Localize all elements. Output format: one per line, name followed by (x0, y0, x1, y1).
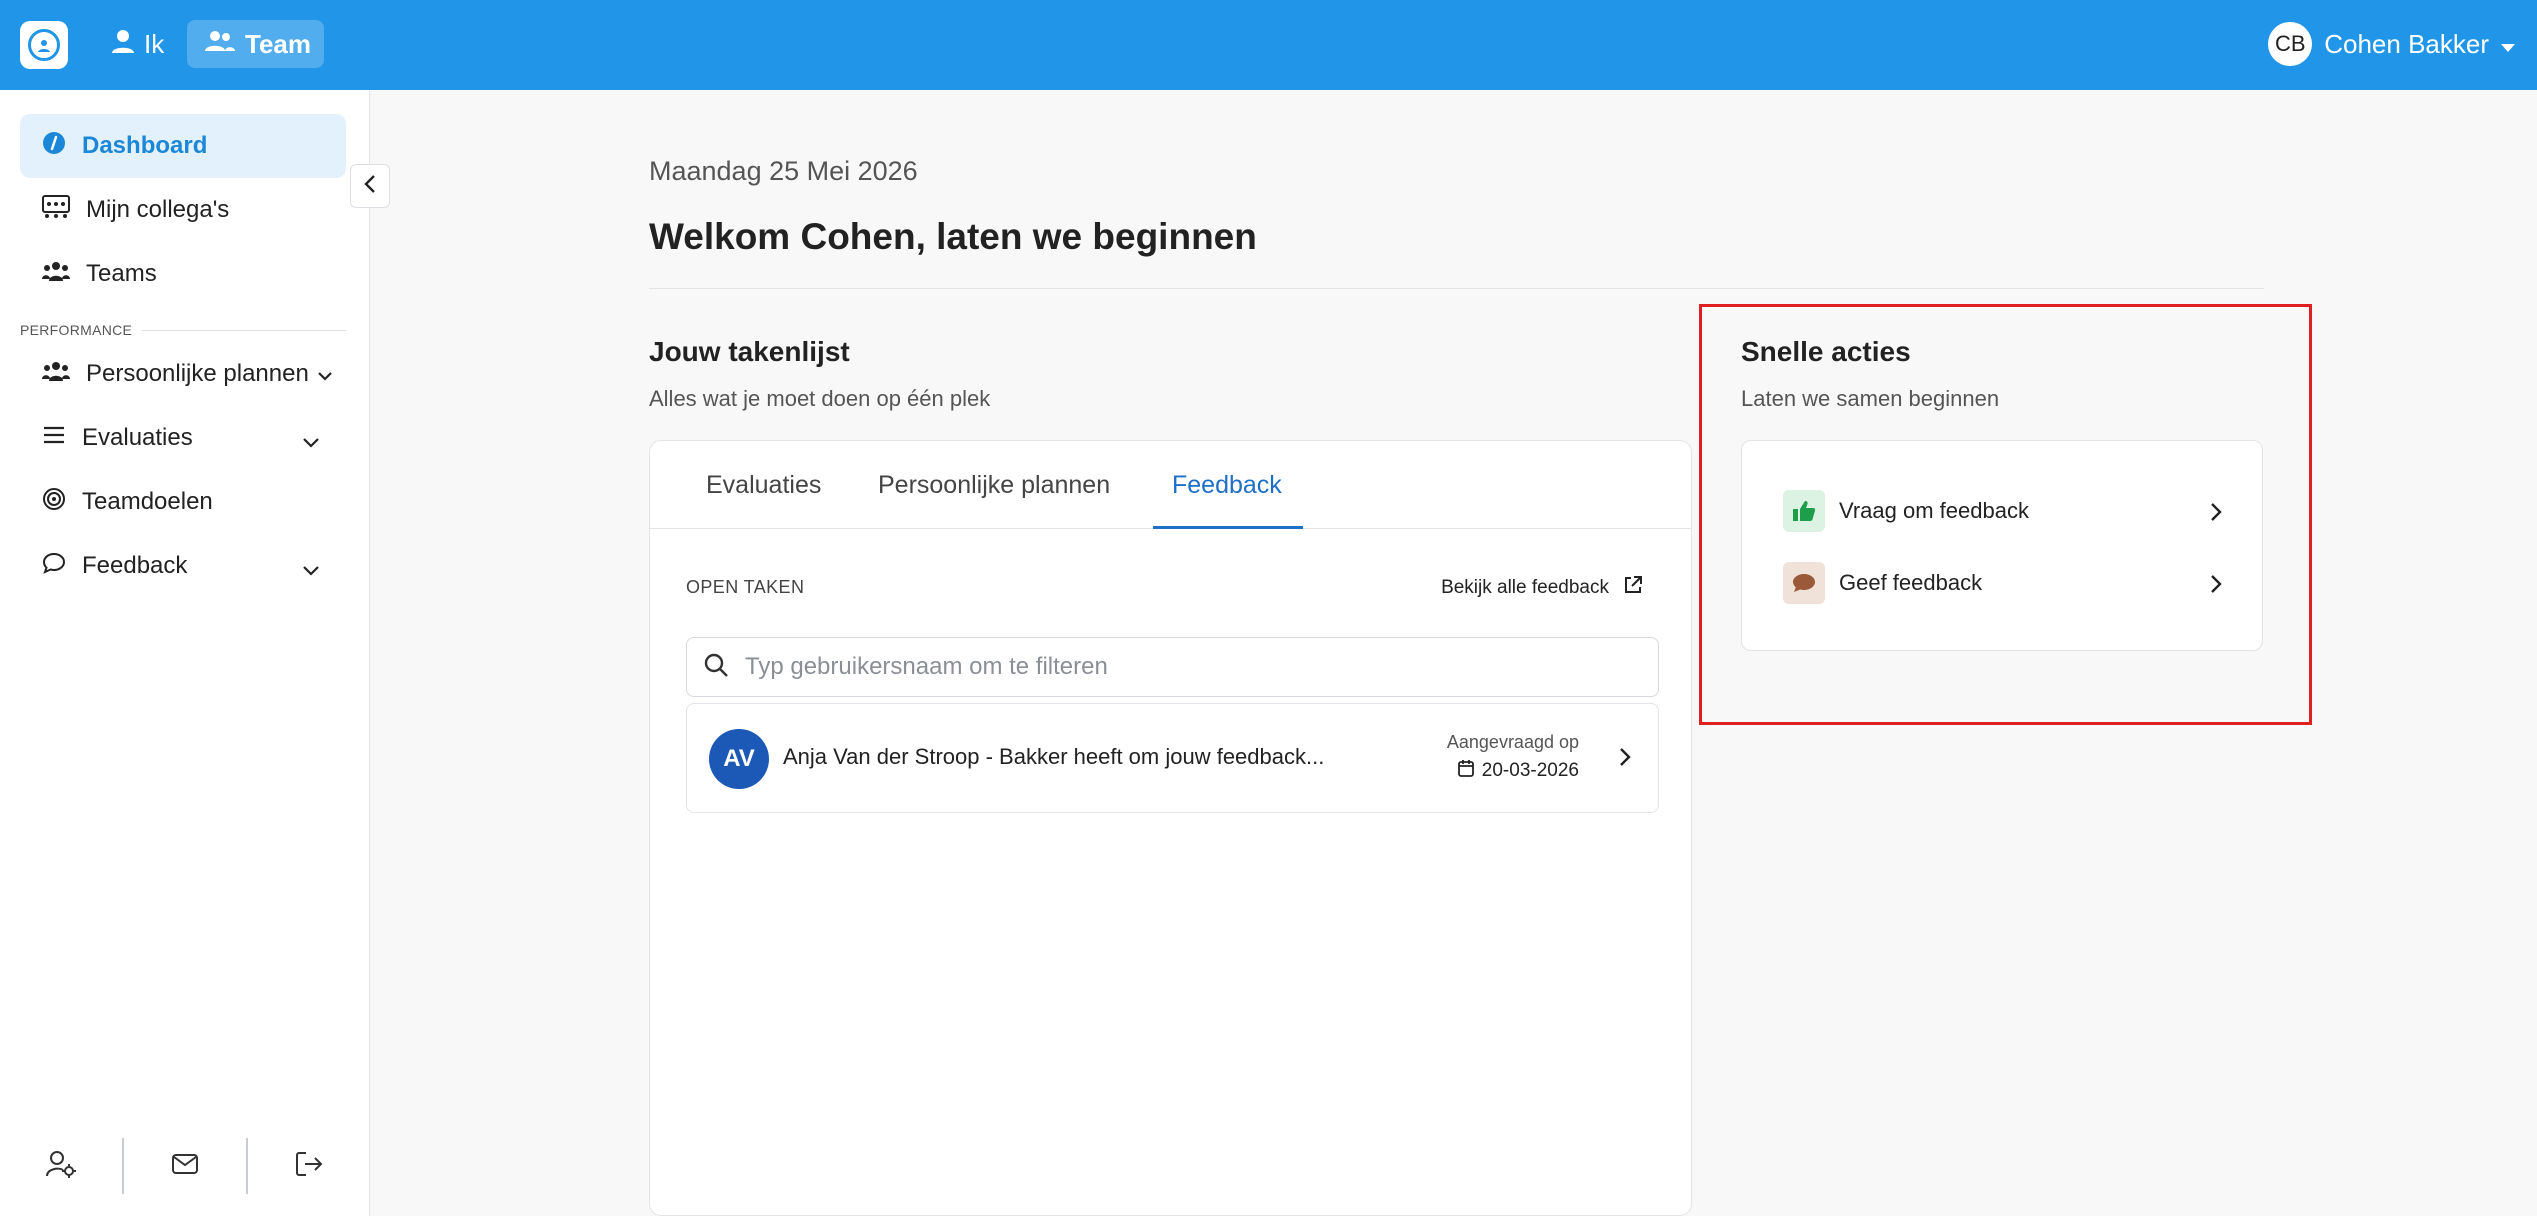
sidebar-footer (0, 1116, 370, 1216)
tasklist-card: Evaluaties Persoonlijke plannen Feedback… (649, 440, 1692, 1216)
user-name: Cohen Bakker (2324, 28, 2489, 59)
active-tab-indicator (1153, 526, 1303, 529)
colleagues-icon (42, 194, 70, 226)
tab-feedback[interactable]: Feedback (1172, 471, 1282, 500)
sidebar-item-label: Persoonlijke plannen (86, 360, 309, 387)
chevron-left-icon (364, 174, 376, 199)
sidebar-item-label: Dashboard (82, 132, 208, 159)
chevron-right-icon (2209, 501, 2223, 529)
page-title: Welkom Cohen, laten we beginnen (649, 216, 1257, 257)
teams-icon (42, 259, 70, 290)
calendar-icon (1457, 759, 1474, 783)
top-bar: Ik Team CB Cohen Bakker (0, 0, 2537, 90)
user-filter-search (686, 637, 1659, 697)
tab-bar: Evaluaties Persoonlijke plannen Feedback (650, 441, 1691, 529)
sidebar-item-feedback[interactable]: Feedback (20, 534, 346, 598)
tab-persoonlijke-plannen[interactable]: Persoonlijke plannen (878, 471, 1110, 500)
task-row[interactable]: AV Anja Van der Stroop - Bakker heeft om… (686, 703, 1659, 813)
nav-ik-label: Ik (144, 28, 165, 59)
give-feedback-action[interactable]: Geef feedback (1783, 561, 2223, 605)
task-meta: Aangevraagd op 20-03-2026 (1439, 732, 1579, 783)
requested-label: Aangevraagd op (1446, 732, 1579, 752)
sidebar-item-label: Evaluaties (82, 424, 193, 451)
list-icon (42, 424, 66, 452)
chevron-down-icon (317, 360, 333, 388)
sidebar-item-label: Teamdoelen (82, 488, 213, 515)
user-icon (112, 29, 134, 60)
external-link-icon (1623, 575, 1643, 601)
chevron-down-icon (302, 556, 320, 584)
chevron-right-icon (2209, 573, 2223, 601)
sidebar-item-persoonlijke-plannen[interactable]: Persoonlijke plannen (20, 342, 346, 406)
sidebar-item-label: Teams (86, 260, 157, 287)
task-description: Anja Van der Stroop - Bakker heeft om jo… (783, 744, 1325, 769)
speech-bubble-icon (1783, 562, 1825, 604)
nav-team-label: Team (245, 28, 311, 59)
dashboard-icon (42, 131, 66, 162)
requested-date: 20-03-2026 (1439, 759, 1579, 783)
quick-actions-subtitle: Laten we samen beginnen (1741, 386, 2000, 411)
tab-evaluaties[interactable]: Evaluaties (706, 471, 821, 500)
nav-ik[interactable]: Ik (94, 20, 182, 68)
caret-down-icon (2501, 29, 2515, 60)
search-input[interactable] (745, 653, 1605, 681)
view-all-label: Bekijk alle feedback (1441, 577, 1609, 598)
mail-button[interactable] (124, 1138, 246, 1194)
search-icon (703, 652, 729, 683)
tasklist-subtitle: Alles wat je moet doen op één plek (649, 386, 991, 411)
users-icon (205, 29, 235, 60)
chevron-right-icon (1618, 746, 1632, 773)
sidebar: Dashboard Mijn collega's Teams PERFORMAN… (0, 90, 370, 1216)
divider (649, 288, 2264, 289)
view-all-feedback-link[interactable]: Bekijk alle feedback (1441, 575, 1643, 601)
sidebar-item-colleagues[interactable]: Mijn collega's (20, 178, 346, 242)
action-label: Vraag om feedback (1839, 498, 2029, 523)
divider (142, 329, 346, 331)
tasklist-title: Jouw takenlijst (649, 336, 850, 367)
sidebar-item-label: Feedback (82, 552, 188, 579)
current-date: Maandag 25 Mei 2026 (649, 156, 918, 186)
collapse-sidebar-button[interactable] (350, 164, 390, 208)
request-feedback-action[interactable]: Vraag om feedback (1783, 489, 2223, 533)
target-icon (42, 487, 66, 518)
user-menu[interactable]: CB Cohen Bakker (2268, 20, 2515, 68)
sidebar-item-evaluaties[interactable]: Evaluaties (20, 406, 346, 470)
user-settings-icon (46, 1150, 76, 1183)
logout-icon (295, 1151, 323, 1182)
logo-icon (28, 29, 60, 61)
sidebar-item-teams[interactable]: Teams (20, 242, 346, 306)
logout-button[interactable] (248, 1138, 370, 1194)
sidebar-item-dashboard[interactable]: Dashboard (20, 114, 346, 178)
avatar: AV (709, 729, 769, 789)
action-label: Geef feedback (1839, 570, 1983, 595)
chevron-down-icon (302, 428, 320, 456)
plans-icon (42, 359, 70, 390)
avatar: CB (2268, 22, 2313, 66)
open-tasks-label: OPEN TAKEN (686, 577, 805, 597)
mail-icon (172, 1153, 198, 1179)
chat-icon (42, 551, 66, 582)
date-value: 20-03-2026 (1481, 760, 1579, 781)
thumbs-up-icon (1783, 490, 1825, 532)
quick-actions-title: Snelle acties (1741, 336, 1911, 367)
section-label: PERFORMANCE (20, 322, 133, 338)
sidebar-item-label: Mijn collega's (86, 196, 230, 223)
quick-actions-card: Vraag om feedback Geef feedback (1741, 440, 2263, 651)
app-logo[interactable] (20, 21, 68, 69)
nav-team[interactable]: Team (187, 20, 324, 68)
sidebar-item-teamdoelen[interactable]: Teamdoelen (20, 470, 346, 534)
user-settings-button[interactable] (0, 1138, 122, 1194)
section-performance: PERFORMANCE (20, 322, 346, 338)
